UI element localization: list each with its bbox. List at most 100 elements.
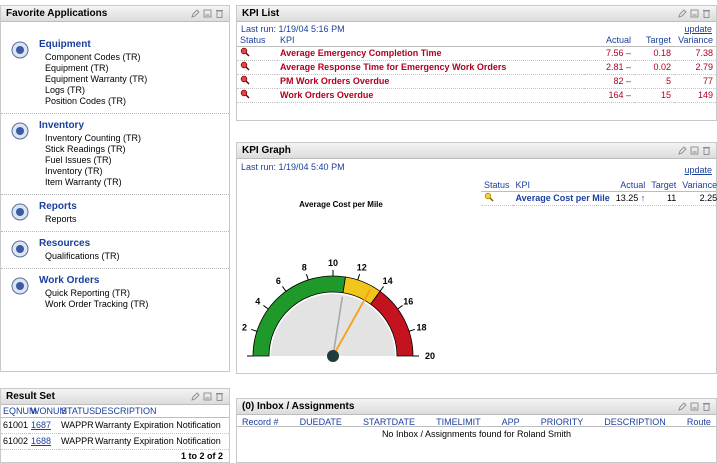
column-header-kpi: KPI xyxy=(277,34,584,47)
table-row[interactable]: Average Cost per Mile 13.25 ↑ 11 2.25 xyxy=(481,191,717,206)
inventory-icon xyxy=(11,122,29,140)
favorite-item[interactable]: Equipment Warranty (TR) xyxy=(45,74,229,85)
column-header-description[interactable]: DESCRIPTION xyxy=(93,405,229,418)
delete-icon[interactable] xyxy=(215,392,224,401)
favorite-item[interactable]: Reports xyxy=(45,214,229,225)
kpi-name-link[interactable]: Work Orders Overdue xyxy=(277,88,584,103)
actual-cell: 164 – xyxy=(584,88,634,103)
minimize-icon[interactable] xyxy=(690,146,699,155)
edit-pencil-icon[interactable] xyxy=(191,9,200,18)
inbox-column-header[interactable]: DESCRIPTION xyxy=(604,417,666,427)
trend-up-icon: ↑ xyxy=(640,193,646,203)
magnifier-status-icon xyxy=(240,75,250,85)
column-header-actual: Actual xyxy=(584,34,634,47)
minimize-icon[interactable] xyxy=(690,9,699,18)
magnifier-status-icon xyxy=(484,192,494,202)
favorite-section-title[interactable]: Resources xyxy=(39,238,229,249)
gauge-tick xyxy=(263,305,269,310)
status-cell: WAPPR xyxy=(59,417,94,434)
inbox-column-header[interactable]: PRIORITY xyxy=(541,417,584,427)
inbox-header: (0) Inbox / Assignments xyxy=(237,399,716,415)
gauge-hub xyxy=(327,350,339,362)
minimize-icon[interactable] xyxy=(203,9,212,18)
equipment-icon xyxy=(11,41,29,59)
delete-icon[interactable] xyxy=(215,9,224,18)
kpi-name-link[interactable]: Average Response Time for Emergency Work… xyxy=(277,60,584,75)
variance-cell: 2.79 xyxy=(674,60,716,75)
favorite-section-title[interactable]: Equipment xyxy=(39,39,229,50)
column-header-status[interactable]: STATUS xyxy=(59,405,95,418)
favorite-item[interactable]: Equipment (TR) xyxy=(45,63,229,74)
table-row[interactable]: Average Emergency Completion Time 7.56 –0… xyxy=(237,46,716,61)
inbox-column-header[interactable]: DUEDATE xyxy=(300,417,342,427)
target-cell: 5 xyxy=(634,74,674,89)
column-header-wonum[interactable]: WONUM xyxy=(29,405,67,418)
favorite-section-title[interactable]: Reports xyxy=(39,201,229,212)
table-row[interactable]: 61001 1687 WAPPR Warranty Expiration Notifi… xyxy=(1,417,229,434)
gauge-tick xyxy=(379,286,384,292)
kpi-name-link[interactable]: Average Cost per Mile xyxy=(512,191,613,206)
favorite-section-title[interactable]: Work Orders xyxy=(39,275,229,286)
trend-flat-icon: – xyxy=(625,48,631,58)
gauge-tick-label: 16 xyxy=(403,296,413,306)
gauge-tick xyxy=(397,305,403,310)
delete-icon[interactable] xyxy=(702,402,711,411)
reports-icon xyxy=(11,203,29,221)
favorite-item[interactable]: Stick Readings (TR) xyxy=(45,144,229,155)
magnifier-status-icon xyxy=(240,61,250,71)
description-cell: Warranty Expiration Notification xyxy=(93,417,229,434)
favorite-item[interactable]: Quick Reporting (TR) xyxy=(45,288,229,299)
edit-pencil-icon[interactable] xyxy=(678,402,687,411)
favorite-item[interactable]: Inventory Counting (TR) xyxy=(45,133,229,144)
kpi-name-link[interactable]: PM Work Orders Overdue xyxy=(277,74,584,89)
status-cell xyxy=(481,191,513,206)
result-set-pagination: 1 to 2 of 2 xyxy=(180,451,223,461)
inbox-column-header[interactable]: Record # xyxy=(242,417,279,427)
favorite-item[interactable]: Work Order Tracking (TR) xyxy=(45,299,229,310)
minimize-icon[interactable] xyxy=(690,402,699,411)
delete-icon[interactable] xyxy=(702,146,711,155)
actual-value: 2.81 xyxy=(605,62,624,72)
last-run-text: Last run: 1/19/04 5:40 PM xyxy=(241,162,345,172)
wonum-link[interactable]: 1688 xyxy=(29,433,59,450)
favorite-item[interactable]: Position Codes (TR) xyxy=(45,96,229,107)
favorite-item[interactable]: Item Warranty (TR) xyxy=(45,177,229,188)
wonum-link[interactable]: 1687 xyxy=(29,417,59,434)
edit-pencil-icon[interactable] xyxy=(678,146,687,155)
favorite-item[interactable]: Component Codes (TR) xyxy=(45,52,229,63)
table-row[interactable]: PM Work Orders Overdue 82 –5 77 xyxy=(237,74,716,89)
update-link[interactable]: update xyxy=(684,24,712,34)
delete-icon[interactable] xyxy=(702,9,711,18)
favorite-item[interactable]: Logs (TR) xyxy=(45,85,229,96)
update-link[interactable]: update xyxy=(684,165,712,175)
column-header-eqnum[interactable]: EQNUM xyxy=(1,405,37,418)
inbox-column-header[interactable]: STARTDATE xyxy=(363,417,415,427)
inbox-column-header[interactable]: TIMELIMIT xyxy=(436,417,481,427)
resources-icon xyxy=(11,240,29,258)
gauge-tick-label: 14 xyxy=(383,276,393,286)
kpi-name-link[interactable]: Average Emergency Completion Time xyxy=(277,46,584,61)
favorite-section-title[interactable]: Inventory xyxy=(39,120,229,131)
kpi-graph-table: Status KPI Actual Target Variance Averag… xyxy=(481,179,717,206)
table-row[interactable]: Work Orders Overdue 164 –15 149 xyxy=(237,88,716,103)
gauge-tick-label: 8 xyxy=(302,263,307,273)
kpi-graph-portlet: KPI Graph Last run: 1/19/04 5:40 PM upda… xyxy=(236,142,717,374)
inbox-column-header[interactable]: APP xyxy=(502,417,520,427)
table-row[interactable]: Average Response Time for Emergency Work… xyxy=(237,60,716,75)
favorite-item[interactable]: Inventory (TR) xyxy=(45,166,229,177)
table-row[interactable]: 61002 1688 WAPPR Warranty Expiration Notifi… xyxy=(1,433,229,450)
favorite-item[interactable]: Qualifications (TR) xyxy=(45,251,229,262)
target-cell: 11 xyxy=(648,191,680,206)
kpi-graph-run-bar: Last run: 1/19/04 5:40 PM xyxy=(237,160,716,172)
favorite-item[interactable]: Fuel Issues (TR) xyxy=(45,155,229,166)
variance-cell: 2.25 xyxy=(679,191,717,206)
minimize-icon[interactable] xyxy=(203,392,212,401)
edit-pencil-icon[interactable] xyxy=(678,9,687,18)
favorite-applications-title: Favorite Applications xyxy=(6,8,108,19)
column-header-variance: Variance xyxy=(679,179,717,192)
inbox-column-header[interactable]: Route xyxy=(687,417,711,427)
result-set-title: Result Set xyxy=(6,391,55,402)
description-cell: Warranty Expiration Notification xyxy=(93,433,229,450)
result-set-table: EQNUM WONUM STATUS DESCRIPTION 61001 1687 WAP… xyxy=(1,405,229,450)
edit-pencil-icon[interactable] xyxy=(191,392,200,401)
